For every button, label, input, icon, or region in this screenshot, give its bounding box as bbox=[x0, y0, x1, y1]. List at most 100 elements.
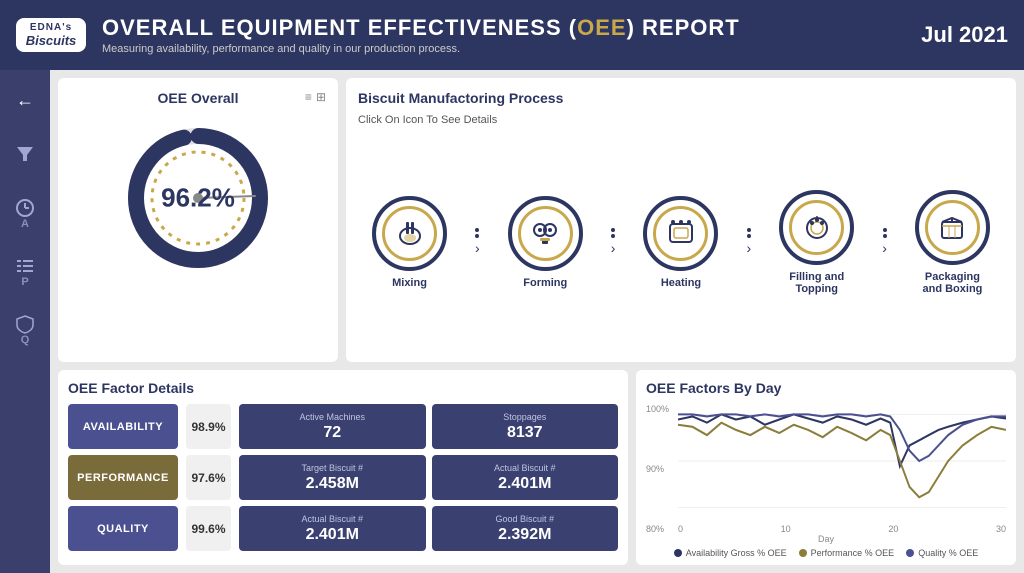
data-row-1: Active Machines 72 Stoppages 8137 bbox=[239, 404, 618, 449]
legend-label-availability: Availability Gross % OEE bbox=[686, 548, 787, 558]
title-prefix: OVERALL EQUIPMENT EFFECTIVENESS ( bbox=[102, 15, 577, 40]
title-suffix: ) REPORT bbox=[627, 15, 740, 40]
good-biscuit-cell: Good Biscuit # 2.392M bbox=[432, 506, 619, 551]
header: EDNA's Biscuits OVERALL EQUIPMENT EFFECT… bbox=[0, 0, 1024, 70]
top-row: OEE Overall ≡ ⊞ bbox=[58, 78, 1016, 362]
step-label-heating: Heating bbox=[661, 277, 701, 289]
legend-dot-performance bbox=[799, 549, 807, 557]
step-circle-packaging bbox=[915, 190, 990, 265]
legend-availability: Availability Gross % OEE bbox=[674, 548, 787, 558]
legend-label-quality: Quality % OEE bbox=[918, 548, 978, 558]
bottom-row: OEE Factor Details AVAILABILITY PERFORMA… bbox=[58, 370, 1016, 565]
performance-label: PERFORMANCE bbox=[68, 455, 178, 500]
data-row-3: Actual Biscuit # 2.401M Good Biscuit # 2… bbox=[239, 506, 618, 551]
header-title-block: OVERALL EQUIPMENT EFFECTIVENESS (OEE) RE… bbox=[102, 15, 921, 55]
step-icon-filling bbox=[789, 200, 844, 255]
legend-dot-quality bbox=[906, 549, 914, 557]
arrow-3: › bbox=[747, 228, 752, 256]
main-layout: ← A P Q OEE Overall bbox=[0, 70, 1024, 573]
sidebar-back[interactable]: ← bbox=[7, 82, 43, 118]
process-title: Biscuit Manufactoring Process bbox=[358, 90, 1004, 106]
header-date: Jul 2021 bbox=[921, 22, 1008, 48]
step-icon-mixing bbox=[382, 206, 437, 261]
step-label-filling: Filling andTopping bbox=[789, 271, 844, 295]
sidebar: ← A P Q bbox=[0, 70, 50, 573]
actual-biscuit-qual-value: 2.401M bbox=[306, 526, 359, 544]
availability-pct: 98.9% bbox=[186, 404, 231, 449]
active-machines-cell: Active Machines 72 bbox=[239, 404, 426, 449]
filter-icon-small[interactable]: ≡ bbox=[305, 90, 312, 104]
main-title: OVERALL EQUIPMENT EFFECTIVENESS (OEE) RE… bbox=[102, 15, 921, 41]
stoppages-value: 8137 bbox=[507, 424, 543, 442]
actual-biscuit-perf-value: 2.401M bbox=[498, 475, 551, 493]
legend-performance: Performance % OEE bbox=[799, 548, 895, 558]
oee-day-panel: OEE Factors By Day 100% 90% 80% bbox=[636, 370, 1016, 565]
step-icon-packaging bbox=[925, 200, 980, 255]
factor-labels: AVAILABILITY PERFORMANCE QUALITY bbox=[68, 404, 178, 551]
chart-svg-container bbox=[678, 404, 1006, 518]
factor-data: Active Machines 72 Stoppages 8137 Tar bbox=[239, 404, 618, 551]
step-circle-filling bbox=[779, 190, 854, 265]
active-machines-label: Active Machines bbox=[299, 412, 365, 422]
chart-x-labels: 0 10 20 30 bbox=[678, 524, 1006, 534]
oee-overall-title: OEE Overall bbox=[158, 90, 239, 106]
sidebar-a-label: A bbox=[21, 218, 29, 230]
stoppages-cell: Stoppages 8137 bbox=[432, 404, 619, 449]
target-biscuit-cell: Target Biscuit # 2.458M bbox=[239, 455, 426, 500]
stoppages-label: Stoppages bbox=[503, 412, 546, 422]
step-label-packaging: Packagingand Boxing bbox=[923, 271, 983, 295]
factor-pcts: 98.9% 97.6% 99.6% bbox=[186, 404, 231, 551]
availability-label: AVAILABILITY bbox=[68, 404, 178, 449]
actual-biscuit-qual-cell: Actual Biscuit # 2.401M bbox=[239, 506, 426, 551]
active-machines-value: 72 bbox=[323, 424, 341, 442]
oee-factor-panel: OEE Factor Details AVAILABILITY PERFORMA… bbox=[58, 370, 628, 565]
factor-grid: AVAILABILITY PERFORMANCE QUALITY 98.9% 9… bbox=[68, 404, 618, 551]
chart-legend: Availability Gross % OEE Performance % O… bbox=[646, 548, 1006, 558]
process-panel: Biscuit Manufactoring Process Click On I… bbox=[346, 78, 1016, 362]
header-subtitle: Measuring availability, performance and … bbox=[102, 43, 921, 55]
oee-day-title: OEE Factors By Day bbox=[646, 380, 1006, 396]
oee-overall-panel: OEE Overall ≡ ⊞ bbox=[58, 78, 338, 362]
actual-biscuit-perf-label: Actual Biscuit # bbox=[494, 463, 556, 473]
arrow-1: › bbox=[475, 228, 480, 256]
arrow-4: › bbox=[882, 228, 887, 256]
logo: EDNA's Biscuits bbox=[16, 18, 86, 52]
sidebar-filter[interactable] bbox=[7, 136, 43, 172]
step-circle-mixing bbox=[372, 196, 447, 271]
actual-biscuit-qual-label: Actual Biscuit # bbox=[301, 514, 363, 524]
step-packaging[interactable]: Packagingand Boxing bbox=[915, 190, 990, 295]
oee-value: 96.2% bbox=[161, 183, 235, 214]
logo-biscuits: Biscuits bbox=[26, 33, 77, 48]
step-mixing[interactable]: Mixing bbox=[372, 196, 447, 289]
step-icon-heating bbox=[653, 206, 708, 261]
actual-biscuit-perf-cell: Actual Biscuit # 2.401M bbox=[432, 455, 619, 500]
step-label-forming: Forming bbox=[523, 277, 567, 289]
panel-icons: ≡ ⊞ bbox=[305, 90, 326, 104]
good-biscuit-value: 2.392M bbox=[498, 526, 551, 544]
quality-label: QUALITY bbox=[68, 506, 178, 551]
content: OEE Overall ≡ ⊞ bbox=[50, 70, 1024, 573]
data-row-2: Target Biscuit # 2.458M Actual Biscuit #… bbox=[239, 455, 618, 500]
step-filling[interactable]: Filling andTopping bbox=[779, 190, 854, 295]
step-circle-forming bbox=[508, 196, 583, 271]
performance-pct: 97.6% bbox=[186, 455, 231, 500]
step-icon-forming bbox=[518, 206, 573, 261]
sidebar-q-label: Q bbox=[21, 334, 30, 346]
sidebar-p-label: P bbox=[21, 276, 28, 288]
legend-dot-availability bbox=[674, 549, 682, 557]
process-instruction: Click On Icon To See Details bbox=[358, 114, 1004, 126]
legend-label-performance: Performance % OEE bbox=[811, 548, 895, 558]
good-biscuit-label: Good Biscuit # bbox=[495, 514, 554, 524]
chart-area: 100% 90% 80% bbox=[646, 404, 1006, 534]
logo-edna: EDNA's bbox=[30, 22, 72, 33]
legend-quality: Quality % OEE bbox=[906, 548, 978, 558]
step-forming[interactable]: Forming bbox=[508, 196, 583, 289]
expand-icon[interactable]: ⊞ bbox=[316, 90, 326, 104]
target-biscuit-value: 2.458M bbox=[306, 475, 359, 493]
donut-chart: 96.2% bbox=[118, 118, 278, 278]
quality-pct: 99.6% bbox=[186, 506, 231, 551]
chart-y-labels: 100% 90% 80% bbox=[646, 404, 676, 534]
arrow-2: › bbox=[611, 228, 616, 256]
process-steps: Mixing › bbox=[358, 134, 1004, 350]
step-heating[interactable]: Heating bbox=[643, 196, 718, 289]
